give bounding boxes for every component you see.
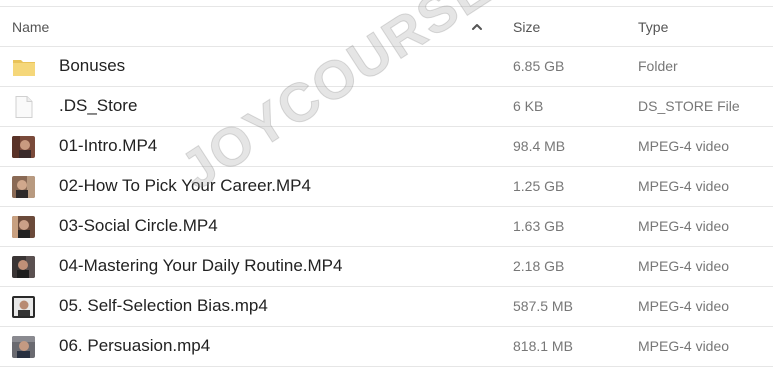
video-thumbnail-icon <box>12 216 35 238</box>
file-size: 1.63 GB <box>513 218 565 234</box>
file-row[interactable]: 03-Social Circle.MP4 1.63 GB MPEG-4 vide… <box>0 207 773 247</box>
folder-icon <box>13 60 35 76</box>
size-column-header[interactable]: Size <box>513 7 540 47</box>
video-thumbnail-icon <box>12 296 35 318</box>
file-type: MPEG-4 video <box>638 178 730 194</box>
file-size: 2.18 GB <box>513 258 565 274</box>
file-size: 6 KB <box>513 98 544 114</box>
file-type: Folder <box>638 58 678 74</box>
chevron-up-icon[interactable] <box>471 22 483 32</box>
file-size: 587.5 MB <box>513 298 573 314</box>
file-size: 98.4 MB <box>513 138 566 154</box>
file-name[interactable]: 06. Persuasion.mp4 <box>59 327 210 365</box>
file-row[interactable]: 01-Intro.MP4 98.4 MB MPEG-4 video <box>0 127 773 167</box>
video-thumbnail-icon <box>12 136 35 158</box>
file-row[interactable]: 02-How To Pick Your Career.MP4 1.25 GB M… <box>0 167 773 207</box>
file-type: DS_STORE File <box>638 98 740 114</box>
type-column-header[interactable]: Type <box>638 7 668 47</box>
file-list: Name Size Type Bonuses 6.85 GB Folder .D… <box>0 6 773 367</box>
video-thumbnail-icon <box>12 336 35 358</box>
file-name[interactable]: 05. Self-Selection Bias.mp4 <box>59 287 268 325</box>
file-type: MPEG-4 video <box>638 338 730 354</box>
file-size: 1.25 GB <box>513 178 565 194</box>
video-thumbnail-icon <box>12 256 35 278</box>
name-column-header[interactable]: Name <box>12 7 49 47</box>
file-name[interactable]: .DS_Store <box>59 87 137 125</box>
video-thumbnail-icon <box>12 176 35 198</box>
file-size: 6.85 GB <box>513 58 565 74</box>
file-name[interactable]: 01-Intro.MP4 <box>59 127 157 165</box>
file-type: MPEG-4 video <box>638 218 730 234</box>
file-row[interactable]: 05. Self-Selection Bias.mp4 587.5 MB MPE… <box>0 287 773 327</box>
file-type: MPEG-4 video <box>638 258 730 274</box>
file-name[interactable]: 02-How To Pick Your Career.MP4 <box>59 167 311 205</box>
file-name[interactable]: 03-Social Circle.MP4 <box>59 207 218 245</box>
file-icon <box>15 96 33 118</box>
file-name[interactable]: Bonuses <box>59 47 125 85</box>
file-list-header: Name Size Type <box>0 6 773 47</box>
file-row[interactable]: Bonuses 6.85 GB Folder <box>0 47 773 87</box>
file-row[interactable]: 06. Persuasion.mp4 818.1 MB MPEG-4 video <box>0 327 773 367</box>
file-type: MPEG-4 video <box>638 298 730 314</box>
file-type: MPEG-4 video <box>638 138 730 154</box>
file-row[interactable]: 04-Mastering Your Daily Routine.MP4 2.18… <box>0 247 773 287</box>
file-size: 818.1 MB <box>513 338 573 354</box>
file-name[interactable]: 04-Mastering Your Daily Routine.MP4 <box>59 247 342 285</box>
file-row[interactable]: .DS_Store 6 KB DS_STORE File <box>0 87 773 127</box>
